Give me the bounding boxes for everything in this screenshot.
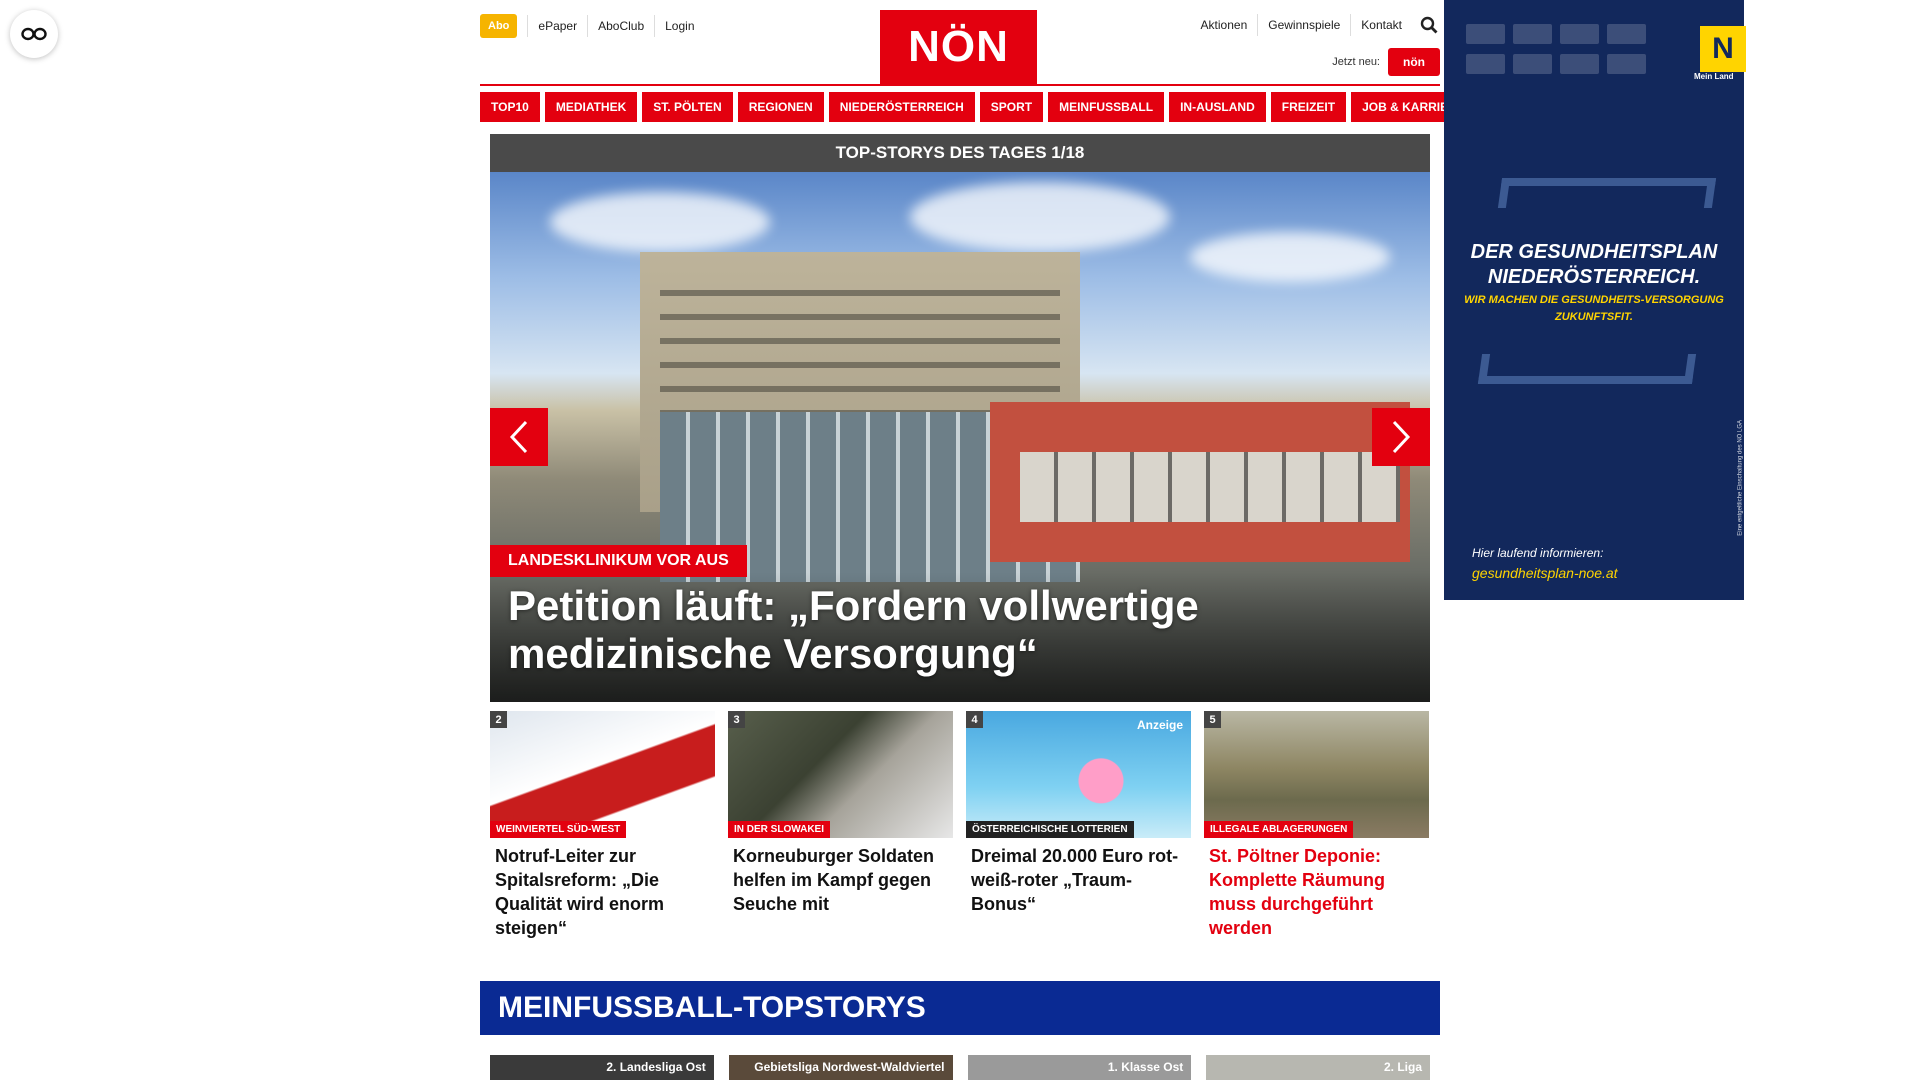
main-column: Abo ePaper AboClub Login NÖN Aktionen Ge… xyxy=(480,0,1476,1080)
aboclub-link[interactable]: AboClub xyxy=(587,15,654,37)
football-teaser[interactable]: 2. Liga xyxy=(1206,1055,1430,1080)
chevron-right-icon xyxy=(1392,420,1411,454)
mein-land-label: Mein Land xyxy=(1694,72,1734,81)
teaser-image[interactable]: 5 ILLEGALE ABLAGERUNGEN xyxy=(1204,711,1429,838)
slider-prev-button[interactable] xyxy=(490,408,548,466)
jetzt-neu-label: Jetzt neu: xyxy=(1332,56,1380,68)
teaser-title[interactable]: St. Pöltner Deponie: Komplette Räumung m… xyxy=(1204,838,1429,940)
teaser-category: ILLEGALE ABLAGERUNGEN xyxy=(1204,821,1354,838)
teaser-title[interactable]: Korneuburger Soldaten helfen im Kampf ge… xyxy=(728,838,953,916)
football-league-label: 2. Landesliga Ost xyxy=(606,1060,706,1074)
main-nav: TOP10 MEDIATHEK ST. PÖLTEN REGIONEN NIED… xyxy=(480,92,1476,122)
hero-image[interactable]: LANDESKLINIKUM VOR AUS Petition läuft: „… xyxy=(490,172,1430,702)
glasses-icon xyxy=(21,27,47,41)
login-link[interactable]: Login xyxy=(654,15,704,37)
nav-item-mediathek[interactable]: MEDIATHEK xyxy=(544,92,638,122)
teaser-image[interactable]: 3 IN DER SLOWAKEI xyxy=(728,711,953,838)
nav-item-sport[interactable]: SPORT xyxy=(979,92,1044,122)
football-teaser[interactable]: 2. Landesliga Ost xyxy=(490,1055,714,1080)
abo-button[interactable]: Abo xyxy=(480,14,518,38)
jetzt-neu: Jetzt neu: nön xyxy=(1332,48,1440,76)
teaser-row: 2 WEINVIERTEL SÜD-WEST Notruf-Leiter zur… xyxy=(490,711,1430,940)
header: Abo ePaper AboClub Login NÖN Aktionen Ge… xyxy=(480,0,1440,84)
ad-headline: DER GESUNDHEITSPLAN NIEDERÖSTERREICH. xyxy=(1470,241,1718,288)
reader-mode-button[interactable] xyxy=(10,10,58,58)
meinfussball-teasers: 2. Landesliga Ost Gebietsliga Nordwest-W… xyxy=(490,1055,1430,1080)
nav-item-regionen[interactable]: REGIONEN xyxy=(737,92,824,122)
top-stories-slider: TOP-STORYS DES TAGES 1/18 LANDESKLINIKUM… xyxy=(490,134,1430,702)
teaser-number: 4 xyxy=(966,711,983,728)
teaser-number: 2 xyxy=(490,711,507,728)
top-links-left: Abo ePaper AboClub Login xyxy=(480,14,705,38)
advertisement-banner[interactable]: N Mein Land DER GESUNDHEITSPLAN NIEDERÖS… xyxy=(1444,0,1746,600)
gewinnspiele-link[interactable]: Gewinnspiele xyxy=(1257,14,1350,36)
header-divider xyxy=(480,84,1440,86)
chevron-left-icon xyxy=(509,420,528,454)
teaser-card[interactable]: 2 WEINVIERTEL SÜD-WEST Notruf-Leiter zur… xyxy=(490,711,715,940)
meinfussball-section-title[interactable]: MEINFUSSBALL-TOPSTORYS xyxy=(480,981,1440,1035)
teaser-title[interactable]: Notruf-Leiter zur Spitalsreform: „Die Qu… xyxy=(490,838,715,940)
nav-item-niederoesterreich[interactable]: NIEDERÖSTERREICH xyxy=(828,92,975,122)
anzeige-label: Anzeige xyxy=(1136,718,1183,732)
slider-next-button[interactable] xyxy=(1372,408,1430,466)
nav-item-st-poelten[interactable]: ST. PÖLTEN xyxy=(642,92,733,122)
kontakt-link[interactable]: Kontakt xyxy=(1350,14,1412,36)
top-links-right: Aktionen Gewinnspiele Kontakt xyxy=(1191,14,1440,36)
ad-url-link[interactable]: gesundheitsplan-noe.at xyxy=(1472,563,1618,583)
noe-logo-icon: N xyxy=(1700,26,1746,72)
teaser-number: 5 xyxy=(1204,711,1221,728)
top-stories-heading: TOP-STORYS DES TAGES 1/18 xyxy=(490,134,1430,172)
ad-subline: WIR MACHEN DIE GESUNDHEITS-VERSORGUNG ZU… xyxy=(1464,294,1724,323)
epaper-link[interactable]: ePaper xyxy=(527,15,587,37)
football-teaser[interactable]: 1. Klasse Ost xyxy=(967,1055,1192,1080)
teaser-card[interactable]: 4 Anzeige ÖSTERREICHISCHE LOTTERIEN Drei… xyxy=(966,711,1191,940)
football-league-label: 1. Klasse Ost xyxy=(1107,1060,1184,1074)
football-league-label: 2. Liga xyxy=(1383,1060,1422,1074)
teaser-image[interactable]: 4 Anzeige ÖSTERREICHISCHE LOTTERIEN xyxy=(966,711,1191,838)
teaser-title[interactable]: Dreimal 20.000 Euro rot-weiß-roter „Trau… xyxy=(966,838,1191,916)
football-league-label: Gebietsliga Nordwest-Waldviertel xyxy=(754,1060,945,1074)
search-icon[interactable] xyxy=(1418,14,1440,36)
teaser-category: ÖSTERREICHISCHE LOTTERIEN xyxy=(966,821,1134,838)
teaser-category: WEINVIERTEL SÜD-WEST xyxy=(490,821,627,838)
nav-item-top10[interactable]: TOP10 xyxy=(480,92,540,122)
teaser-card[interactable]: 3 IN DER SLOWAKEI Korneuburger Soldaten … xyxy=(728,711,953,940)
site-logo[interactable]: NÖN xyxy=(880,10,1037,84)
jetzt-neu-badge[interactable]: nön xyxy=(1388,48,1440,76)
partner-logos xyxy=(1466,24,1646,74)
teaser-image[interactable]: 2 WEINVIERTEL SÜD-WEST xyxy=(490,711,715,838)
aktionen-link[interactable]: Aktionen xyxy=(1191,14,1258,36)
nav-item-meinfussball[interactable]: MEINFUSSBALL xyxy=(1048,92,1165,122)
ad-info-text: Hier laufend informieren: xyxy=(1472,546,1604,560)
teaser-card[interactable]: 5 ILLEGALE ABLAGERUNGEN St. Pöltner Depo… xyxy=(1204,711,1429,940)
nav-item-in-ausland[interactable]: IN-AUSLAND xyxy=(1169,92,1266,122)
hero-kicker[interactable]: LANDESKLINIKUM VOR AUS xyxy=(490,545,747,577)
ad-info: Hier laufend informieren: gesundheitspla… xyxy=(1472,543,1618,583)
teaser-category: IN DER SLOWAKEI xyxy=(728,821,831,838)
ad-disclaimer: Eine entgeltliche Einschaltung des NÖ LG… xyxy=(1738,420,1744,536)
teaser-number: 3 xyxy=(728,711,745,728)
nav-item-freizeit[interactable]: FREIZEIT xyxy=(1270,92,1347,122)
football-teaser[interactable]: Gebietsliga Nordwest-Waldviertel xyxy=(728,1055,953,1080)
hero-headline[interactable]: Petition läuft: „Fordern vollwertige med… xyxy=(508,582,1310,678)
